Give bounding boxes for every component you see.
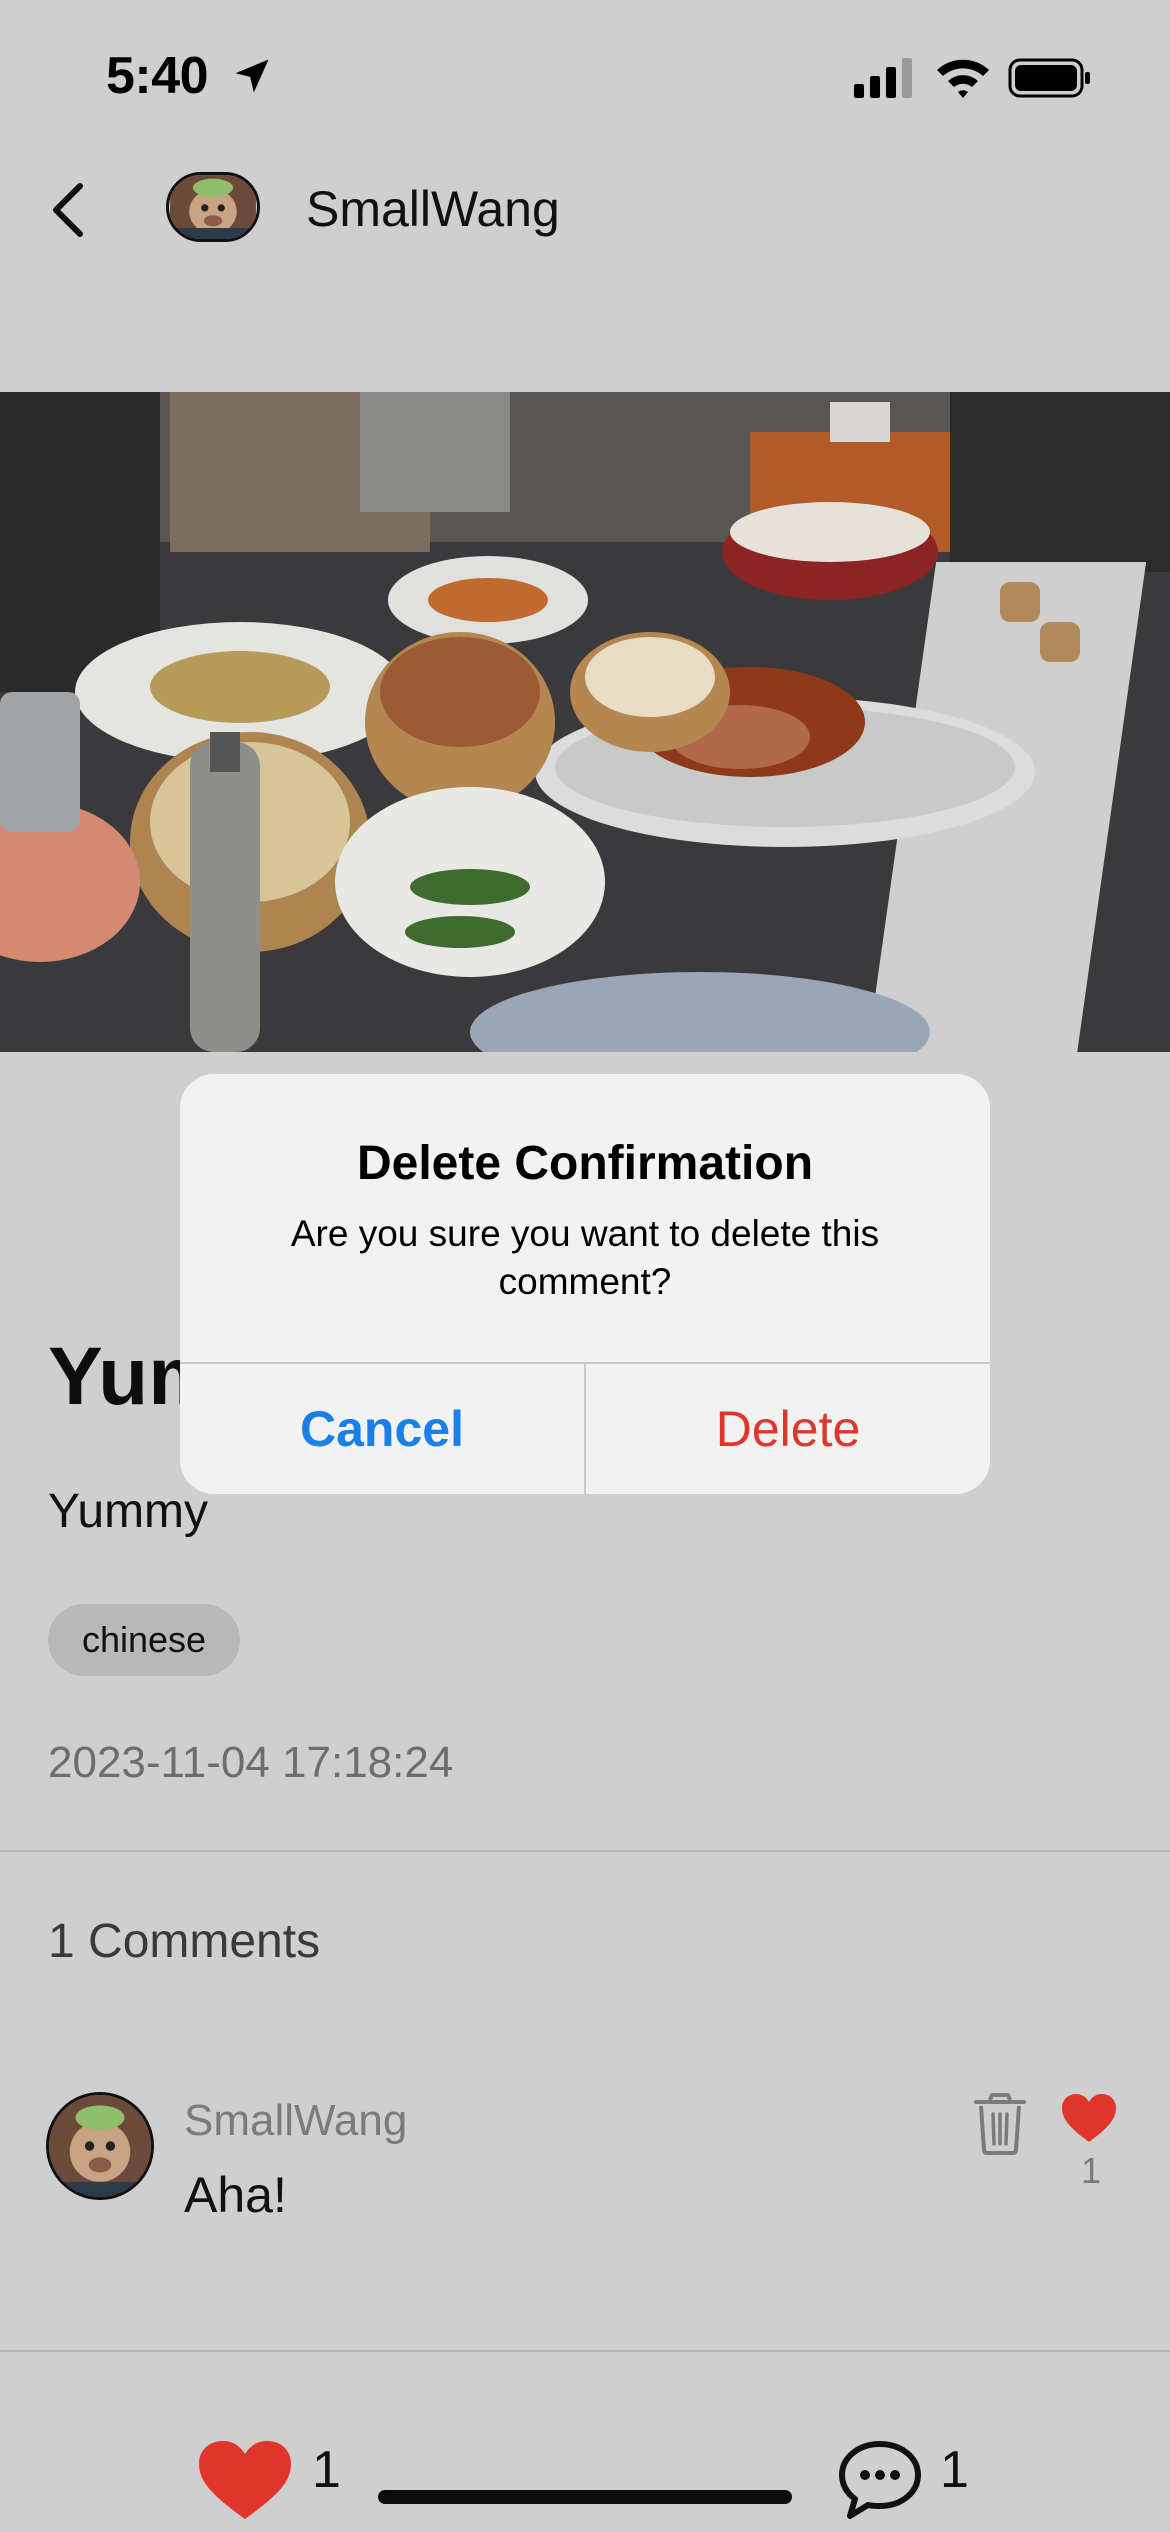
status-time: 5:40 xyxy=(106,47,209,105)
wifi-icon xyxy=(937,59,989,98)
like-heart-icon[interactable] xyxy=(196,2438,294,2522)
dialog-message: Are you sure you want to delete this com… xyxy=(290,1213,880,1302)
bottom-action-bar xyxy=(0,2350,1170,2532)
delete-confirmation-dialog: Delete Confirmation Are you sure you wan… xyxy=(180,1074,990,1494)
comment-count: 1 xyxy=(940,2441,969,2499)
comment-bubble-icon[interactable] xyxy=(836,2438,924,2522)
tag-chip[interactable]: chinese xyxy=(48,1604,240,1676)
comment-text: Aha! xyxy=(184,2167,287,2223)
avatar-image xyxy=(49,2095,151,2197)
like-count: 1 xyxy=(312,2441,341,2499)
trash-icon[interactable] xyxy=(972,2092,1028,2156)
comments-count: 1 Comments xyxy=(48,1915,321,1968)
author-avatar[interactable] xyxy=(166,172,260,242)
author-name[interactable]: SmallWang xyxy=(306,180,560,238)
location-arrow-icon xyxy=(235,59,269,93)
delete-button[interactable]: Delete xyxy=(586,1364,990,1494)
avatar-image xyxy=(170,175,256,239)
food-photo-image xyxy=(0,392,1170,1052)
status-bar: 5:40 xyxy=(0,0,1170,150)
cellular-signal-icon xyxy=(854,58,912,98)
divider xyxy=(0,1850,1170,1852)
dialog-title: Delete Confirmation xyxy=(356,1137,814,1190)
back-chevron-icon[interactable] xyxy=(40,174,104,246)
post-photo[interactable] xyxy=(0,392,1170,1052)
nav-bar: SmallWang xyxy=(0,150,1170,270)
cancel-button[interactable]: Cancel xyxy=(180,1364,584,1494)
commenter-avatar[interactable] xyxy=(46,2092,154,2200)
comment-like-count: 1 xyxy=(1080,2150,1102,2191)
battery-icon xyxy=(1008,58,1090,98)
home-indicator[interactable] xyxy=(378,2490,792,2504)
heart-icon[interactable] xyxy=(1060,2092,1118,2144)
comment-author: SmallWang xyxy=(184,2096,408,2145)
post-date: 2023-11-04 17:18:24 xyxy=(48,1738,454,1787)
comment-item: SmallWang Aha! 1 xyxy=(0,2088,1170,2248)
